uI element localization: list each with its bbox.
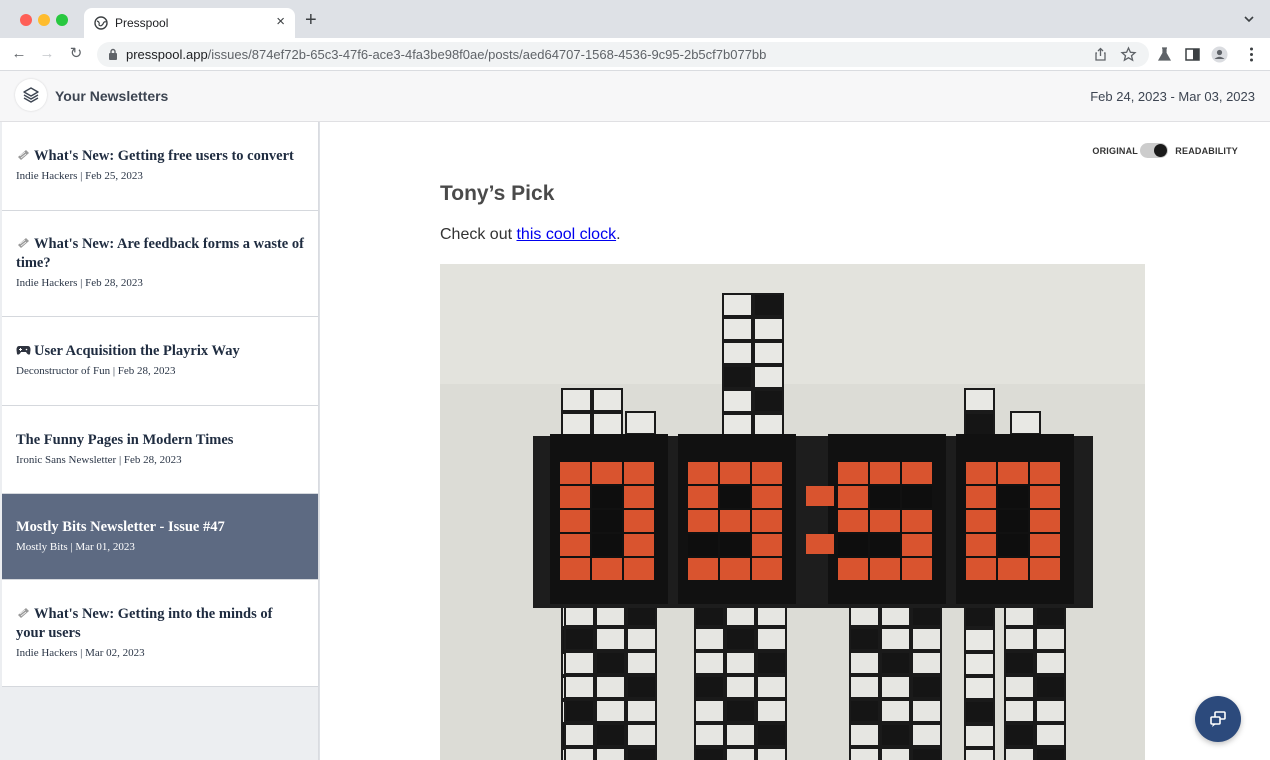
list-item[interactable]: What's New: Are feedback forms a waste o… [2,211,318,317]
address-bar[interactable]: presspool.app/issues/874ef72b-65c3-47f6-… [97,42,1149,67]
list-item-selected[interactable]: Mostly Bits Newsletter - Issue #47 Mostl… [2,494,318,580]
forward-button[interactable]: → [37,44,57,64]
item-meta: Indie Hackers | Feb 25, 2023 [16,170,143,182]
pixel-clock-photo [440,264,1145,760]
bookmark-star-icon[interactable] [1120,46,1137,63]
toggle-readability-label[interactable]: READABILITY [1175,146,1238,156]
item-meta: Ironic Sans Newsletter | Feb 28, 2023 [16,454,182,466]
readability-toggle-switch[interactable] [1140,143,1168,158]
browser-tab[interactable]: Presspool × [84,8,295,38]
item-title: What's New: Are feedback forms a waste o… [16,236,304,271]
tab-search-chevron-icon[interactable] [1242,12,1256,26]
article-heading: Tony’s Pick [440,182,555,205]
item-title: What's New: Getting into the minds of yo… [16,606,273,641]
view-toggle: ORIGINAL READABILITY [1088,143,1238,159]
newspaper-icon [18,150,29,160]
browser-toolbar: ← → ↻ presspool.app/issues/874ef72b-65c3… [0,38,1270,71]
list-item[interactable]: What's New: Getting into the minds of yo… [2,580,318,687]
toggle-original-label[interactable]: ORIGINAL [1092,146,1138,156]
clock-image-icon [440,264,1145,760]
list-item[interactable]: What's New: Getting free users to conver… [2,122,318,211]
item-meta: Deconstructor of Fun | Feb 28, 2023 [16,365,176,377]
list-item[interactable]: The Funny Pages in Modern Times Ironic S… [2,406,318,494]
profile-avatar-icon[interactable] [1211,46,1228,63]
game-controller-icon [16,346,31,355]
newsletter-sidebar: What's New: Getting free users to conver… [0,122,319,760]
globe-icon [94,16,108,30]
reload-button[interactable]: ↻ [66,44,86,64]
labs-flask-icon[interactable] [1156,46,1173,63]
tab-close-icon[interactable]: × [276,13,285,30]
share-icon[interactable] [1092,46,1109,63]
chat-bubbles-icon [1210,711,1226,727]
side-panel-icon[interactable] [1184,46,1201,63]
item-title: Mostly Bits Newsletter - Issue #47 [16,519,225,535]
list-item[interactable]: User Acquisition the Playrix Way Deconst… [2,317,318,406]
tab-title: Presspool [115,16,169,30]
toggle-knob [1154,144,1167,157]
lock-icon[interactable] [108,48,118,60]
new-tab-button[interactable]: + [305,10,317,30]
close-window-button[interactable] [20,14,32,26]
minimize-window-button[interactable] [38,14,50,26]
app-header: Your Newsletters Feb 24, 2023 - Mar 03, … [0,71,1270,122]
newspaper-icon [18,238,29,248]
item-title: User Acquisition the Playrix Way [16,342,304,361]
newspaper-icon [18,608,29,618]
app-title: Your Newsletters [55,88,169,104]
maximize-window-button[interactable] [56,14,68,26]
floating-action-button[interactable] [1195,696,1241,742]
item-meta: Indie Hackers | Feb 28, 2023 [16,277,143,289]
item-meta: Mostly Bits | Mar 01, 2023 [16,541,135,553]
date-range[interactable]: Feb 24, 2023 - Mar 03, 2023 [1090,89,1255,104]
layers-icon [23,87,39,103]
article-paragraph: Check out this cool clock. [440,226,621,243]
item-title: The Funny Pages in Modern Times [16,432,234,448]
more-menu-icon[interactable] [1243,46,1260,63]
browser-tab-bar: Presspool × + [0,0,1270,38]
back-button[interactable]: ← [9,44,29,64]
url-text[interactable]: presspool.app/issues/874ef72b-65c3-47f6-… [126,47,766,62]
article-pane: ORIGINAL READABILITY Tony’s Pick Check o… [320,122,1270,760]
item-meta: Indie Hackers | Mar 02, 2023 [16,647,145,659]
app-logo[interactable] [15,79,47,111]
article-link[interactable]: this cool clock [516,226,616,243]
item-title: What's New: Getting free users to conver… [16,147,304,166]
